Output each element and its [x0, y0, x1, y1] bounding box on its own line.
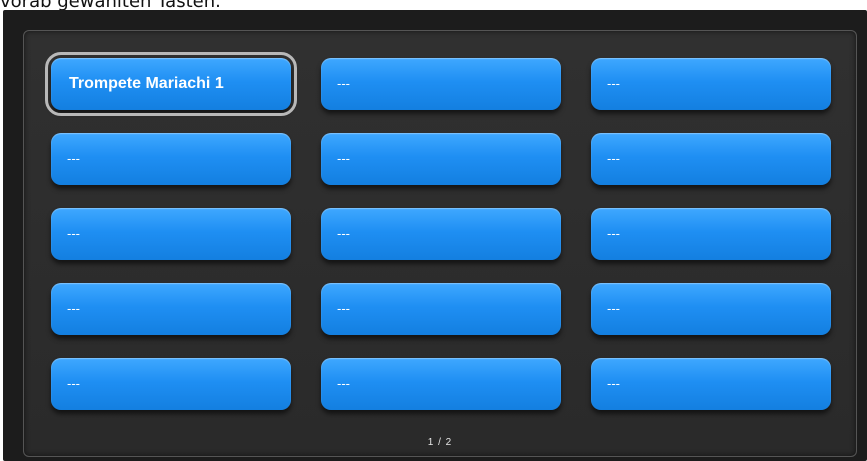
slot-button-1[interactable]: Trompete Mariachi 1	[45, 52, 297, 116]
slot-panel: Trompete Mariachi 1 --- --- --- --- --- …	[23, 30, 857, 457]
slot-button-10[interactable]: ---	[51, 283, 291, 335]
page-indicator: 1 / 2	[427, 437, 453, 448]
slot-button-3[interactable]: ---	[591, 58, 831, 110]
slot-button-6[interactable]: ---	[591, 133, 831, 185]
slot-button-4[interactable]: ---	[51, 133, 291, 185]
slot-button-14[interactable]: ---	[321, 358, 561, 410]
slot-button-13[interactable]: ---	[51, 358, 291, 410]
slot-button-8[interactable]: ---	[321, 208, 561, 260]
slot-button-11[interactable]: ---	[321, 283, 561, 335]
slot-button-15[interactable]: ---	[591, 358, 831, 410]
slot-button-7[interactable]: ---	[51, 208, 291, 260]
instrument-screen: Trompete Mariachi 1 --- --- --- --- --- …	[3, 10, 867, 461]
slot-button-12[interactable]: ---	[591, 283, 831, 335]
slot-button-2[interactable]: ---	[321, 58, 561, 110]
slot-button-9[interactable]: ---	[591, 208, 831, 260]
slot-grid: Trompete Mariachi 1 --- --- --- --- --- …	[45, 52, 831, 410]
slot-button-5[interactable]: ---	[321, 133, 561, 185]
